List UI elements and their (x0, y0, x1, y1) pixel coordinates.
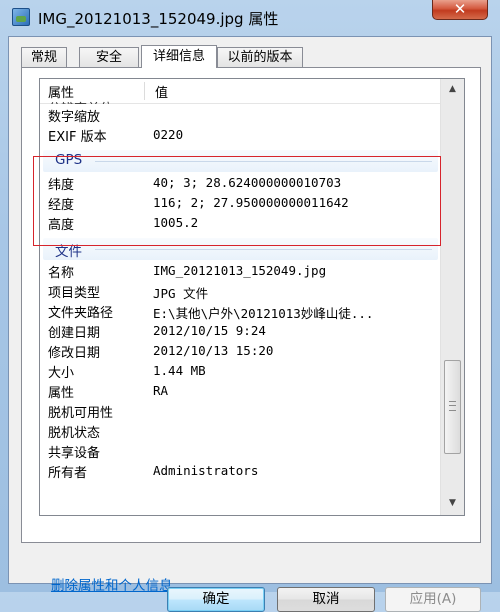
property-name: 高度 (48, 218, 75, 233)
group-label: 文件 (55, 244, 82, 260)
list-item[interactable]: 所有者 Administrators (40, 461, 440, 481)
list-item[interactable]: 高度 1005.2 (40, 213, 440, 233)
title-bar: IMG_20121013_152049.jpg 属性 ✕ (0, 0, 500, 36)
property-name: 名称 (48, 266, 75, 281)
cancel-button[interactable]: 取消 (277, 587, 375, 612)
property-list[interactable]: 属性 值 分辨率单位 数字缩放 EXIF 版本 0220 GPS 纬度 40; … (39, 78, 465, 516)
group-divider (95, 161, 432, 162)
details-panel: 属性 值 分辨率单位 数字缩放 EXIF 版本 0220 GPS 纬度 40; … (21, 67, 481, 594)
vertical-scrollbar[interactable]: ▲ ▼ (440, 79, 464, 515)
property-value: JPG 文件 (153, 286, 209, 301)
properties-dialog: 常规 安全 详细信息 以前的版本 属性 值 分辨率单位 数字缩放 EXIF 版本… (8, 36, 492, 612)
list-item[interactable]: 纬度 40; 3; 28.624000000010703 (40, 173, 440, 193)
close-button[interactable]: ✕ (432, 0, 488, 20)
property-value: 1.44 MB (153, 363, 206, 378)
column-divider[interactable] (144, 82, 145, 100)
list-item[interactable]: 文件夹路径 E:\其他\户外\20121013妙峰山徒... (40, 301, 440, 321)
column-header-value[interactable]: 值 (155, 82, 168, 101)
property-name: 纬度 (48, 178, 75, 193)
group-divider (95, 249, 432, 250)
property-name: 文件夹路径 (48, 306, 114, 321)
list-item[interactable]: 名称 IMG_20121013_152049.jpg (40, 261, 440, 281)
property-name: 项目类型 (48, 286, 101, 301)
tab-details[interactable]: 详细信息 (141, 45, 217, 68)
property-value: 116; 2; 27.950000000011642 (153, 195, 349, 210)
window-title: IMG_20121013_152049.jpg 属性 (38, 10, 279, 28)
list-item[interactable]: 属性 RA (40, 381, 440, 401)
property-value: 40; 3; 28.624000000010703 (153, 175, 342, 190)
property-value: 0220 (153, 127, 184, 142)
image-file-icon (12, 8, 30, 26)
property-value: RA (153, 383, 169, 398)
clipped-row-label: 分辨率单位 (48, 98, 113, 104)
group-label: GPS (55, 152, 83, 168)
property-name: 脱机状态 (48, 426, 101, 441)
ok-button[interactable]: 确定 (167, 587, 265, 612)
property-value: 1005.2 (153, 215, 199, 230)
property-name: 数字缩放 (48, 110, 101, 125)
remove-properties-link[interactable]: 删除属性和个人信息 (51, 574, 173, 594)
property-value: IMG_20121013_152049.jpg (153, 263, 327, 278)
list-item[interactable]: 项目类型 JPG 文件 (40, 281, 440, 301)
list-item[interactable]: 大小 1.44 MB (40, 361, 440, 381)
property-name: 大小 (48, 366, 75, 381)
list-item[interactable]: 共享设备 (40, 441, 440, 461)
scroll-down-icon[interactable]: ▼ (444, 495, 461, 512)
property-name: 共享设备 (48, 446, 101, 461)
list-item[interactable]: 修改日期 2012/10/13 15:20 (40, 341, 440, 361)
list-item[interactable]: EXIF 版本 0220 (40, 125, 440, 145)
property-name: 属性 (48, 386, 75, 401)
property-value: 2012/10/13 15:20 (153, 343, 274, 358)
list-item[interactable]: 经度 116; 2; 27.950000000011642 (40, 193, 440, 213)
property-value: E:\其他\户外\20121013妙峰山徒... (153, 306, 374, 321)
scroll-up-icon[interactable]: ▲ (444, 81, 461, 98)
property-name: 脱机可用性 (48, 406, 114, 421)
tab-previous-versions[interactable]: 以前的版本 (217, 47, 303, 67)
grip-icon (449, 401, 456, 411)
property-name: 修改日期 (48, 346, 101, 361)
property-value: Administrators (153, 463, 259, 478)
list-item[interactable]: 脱机可用性 (40, 401, 440, 421)
group-header-file[interactable]: 文件 (43, 238, 438, 260)
property-name: EXIF 版本 (48, 130, 107, 145)
property-value: 2012/10/15 9:24 (153, 323, 266, 338)
tab-general[interactable]: 常规 (21, 47, 67, 67)
list-item[interactable]: 脱机状态 (40, 421, 440, 441)
property-name: 经度 (48, 198, 75, 213)
group-header-gps[interactable]: GPS (43, 150, 438, 172)
list-item[interactable]: 创建日期 2012/10/15 9:24 (40, 321, 440, 341)
property-name: 创建日期 (48, 326, 101, 341)
apply-button[interactable]: 应用(A) (385, 587, 481, 612)
property-name: 所有者 (48, 466, 88, 481)
tab-security[interactable]: 安全 (79, 47, 139, 67)
list-item[interactable]: 数字缩放 (40, 105, 440, 125)
scrollbar-thumb[interactable] (444, 360, 461, 454)
